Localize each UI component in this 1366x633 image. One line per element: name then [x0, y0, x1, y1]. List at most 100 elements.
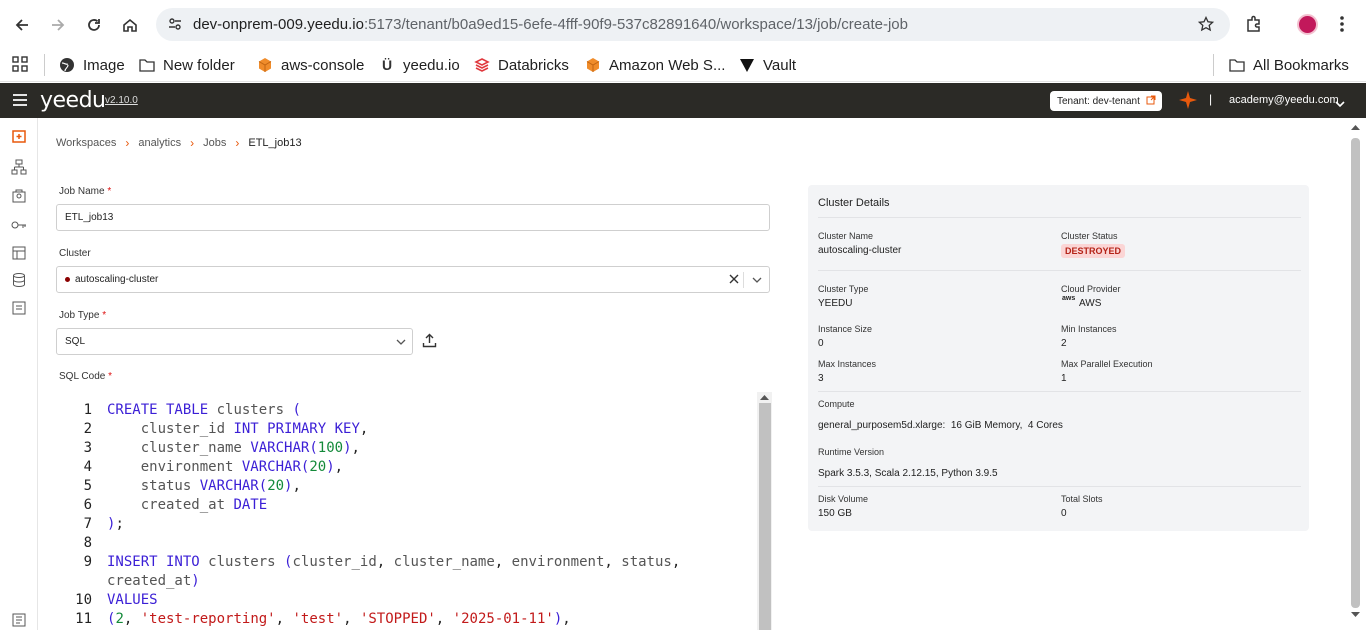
job-type-label: Job Type * — [59, 310, 107, 321]
external-link-icon[interactable] — [1146, 95, 1156, 108]
bookmarks-bar: Image New folder aws-console Ü yeedu.io … — [0, 48, 1366, 82]
bookmark-aws-console[interactable]: aws-console — [257, 54, 364, 76]
yeedu-icon: Ü — [381, 57, 393, 73]
ai-sparkle-icon[interactable] — [1178, 90, 1198, 115]
tenant-chip[interactable]: Tenant: dev-tenant — [1050, 91, 1162, 111]
job-name-input[interactable]: ETL_job13 — [56, 204, 770, 231]
total-slots-label: Total Slots — [1061, 494, 1103, 504]
line-number: 8 — [83, 535, 92, 551]
breadcrumb-analytics[interactable]: analytics — [138, 137, 181, 149]
job-type-select[interactable]: SQL — [56, 328, 413, 355]
bookmark-yeedu[interactable]: Ü yeedu.io — [379, 54, 460, 76]
page-scrollbar[interactable] — [1348, 118, 1366, 630]
max-instances-value: 3 — [818, 373, 824, 384]
chevron-right-icon: › — [125, 136, 130, 150]
code-line: created_at DATE — [140, 497, 268, 513]
extensions-icon[interactable] — [1245, 15, 1263, 38]
users-icon[interactable] — [11, 188, 27, 204]
cluster-status-label: Cluster Status — [1061, 231, 1118, 241]
bookmark-vault[interactable]: Vault — [739, 54, 796, 76]
menu-kebab-icon[interactable] — [1339, 14, 1345, 39]
aws-cube-icon — [585, 57, 601, 73]
code-line: environment VARCHAR(20), — [140, 459, 344, 475]
line-number: 6 — [83, 497, 92, 513]
back-icon[interactable] — [10, 13, 34, 37]
address-bar[interactable]: dev-onprem-009.yeedu.io:5173/tenant/b0a9… — [156, 8, 1230, 41]
create-job-icon[interactable] — [11, 129, 27, 145]
job-name-label: Job Name * — [59, 186, 112, 197]
clear-icon[interactable] — [729, 274, 739, 287]
aws-logo-icon: aws — [1062, 295, 1076, 302]
breadcrumb-current: ETL_job13 — [248, 137, 302, 149]
line-number: 11 — [75, 611, 92, 627]
notes-icon[interactable] — [11, 300, 27, 316]
upload-icon[interactable] — [422, 333, 437, 353]
panel-title: Cluster Details — [818, 197, 890, 209]
breadcrumb-workspaces[interactable]: Workspaces — [56, 137, 116, 149]
cluster-type-value: YEEDU — [818, 298, 853, 309]
breadcrumb-jobs[interactable]: Jobs — [203, 137, 226, 149]
logs-icon[interactable] — [11, 612, 27, 628]
app-logo[interactable]: yeedu — [40, 88, 106, 113]
sql-code-editor[interactable]: 1 2 3 4 5 6 7 8 9 10 11 CREATE TABLE clu… — [56, 392, 772, 630]
all-bookmarks[interactable]: All Bookmarks — [1229, 54, 1349, 76]
reload-icon[interactable] — [82, 13, 106, 37]
sql-code-label: SQL Code * — [59, 371, 113, 382]
line-number: 3 — [83, 440, 92, 456]
folder-icon — [1229, 57, 1245, 73]
layout-icon[interactable] — [11, 245, 27, 261]
bookmark-databricks[interactable]: Databricks — [474, 54, 569, 76]
cluster-label: Cluster — [59, 248, 91, 259]
chevron-right-icon: › — [190, 136, 195, 150]
forward-icon[interactable] — [46, 13, 70, 37]
instance-size-label: Instance Size — [818, 324, 873, 334]
instance-size-value: 0 — [818, 338, 824, 349]
cloud-provider-label: Cloud Provider — [1061, 284, 1121, 294]
max-parallel-label: Max Parallel Execution — [1061, 359, 1153, 369]
code-line: cluster_id INT PRIMARY KEY, — [140, 421, 369, 437]
line-number: 7 — [83, 516, 92, 532]
line-number: 4 — [83, 459, 92, 475]
bookmark-image[interactable]: Image — [59, 54, 125, 76]
hierarchy-icon[interactable] — [11, 159, 27, 175]
database-icon[interactable] — [11, 272, 27, 288]
disk-volume-value: 150 GB — [818, 508, 852, 519]
cluster-name-label: Cluster Name — [818, 231, 874, 241]
aws-cube-icon — [257, 57, 273, 73]
site-info-icon[interactable] — [168, 17, 182, 36]
databricks-icon — [474, 57, 490, 73]
code-line: cluster_name VARCHAR(100), — [140, 440, 360, 456]
hamburger-menu-icon[interactable] — [12, 93, 28, 112]
code-line: INSERT INTO clusters (cluster_id, cluste… — [107, 554, 681, 570]
max-instances-label: Max Instances — [818, 359, 877, 369]
code-line: VALUES — [107, 592, 158, 608]
status-dot — [65, 277, 70, 282]
page-scrollbar-thumb[interactable] — [1351, 138, 1360, 608]
folder-icon — [139, 57, 155, 73]
cluster-select[interactable]: autoscaling-cluster — [56, 266, 770, 293]
line-number: 2 — [83, 421, 92, 437]
chevron-down-icon[interactable] — [752, 276, 762, 287]
home-icon[interactable] — [118, 13, 142, 37]
bookmark-new-folder[interactable]: New folder — [139, 54, 235, 76]
editor-scrollbar[interactable] — [757, 392, 772, 630]
line-number: 5 — [83, 478, 92, 494]
key-icon[interactable] — [11, 217, 27, 233]
profile-avatar[interactable] — [1297, 14, 1318, 35]
apps-grid-icon[interactable] — [12, 56, 28, 77]
line-number: 9 — [83, 554, 92, 570]
status-badge: DESTROYED — [1061, 244, 1126, 258]
compute-label: Compute — [818, 399, 855, 409]
star-icon[interactable] — [1197, 15, 1215, 37]
app-version[interactable]: v2.10.0 — [105, 95, 138, 106]
chevron-down-icon[interactable] — [396, 338, 406, 349]
cluster-name-value: autoscaling-cluster — [818, 245, 902, 256]
user-email[interactable]: academy@yeedu.com — [1229, 94, 1339, 106]
code-line: status VARCHAR(20), — [140, 478, 301, 494]
editor-scrollbar-thumb[interactable] — [759, 403, 771, 630]
cloud-provider-value: AWS — [1079, 298, 1102, 309]
cluster-details-panel: Cluster Details Cluster Name autoscaling… — [808, 185, 1309, 531]
line-number: 1 — [83, 402, 92, 418]
url-text[interactable]: dev-onprem-009.yeedu.io:5173/tenant/b0a9… — [193, 16, 908, 33]
bookmark-amazon-web-services[interactable]: Amazon Web S... — [585, 54, 725, 76]
